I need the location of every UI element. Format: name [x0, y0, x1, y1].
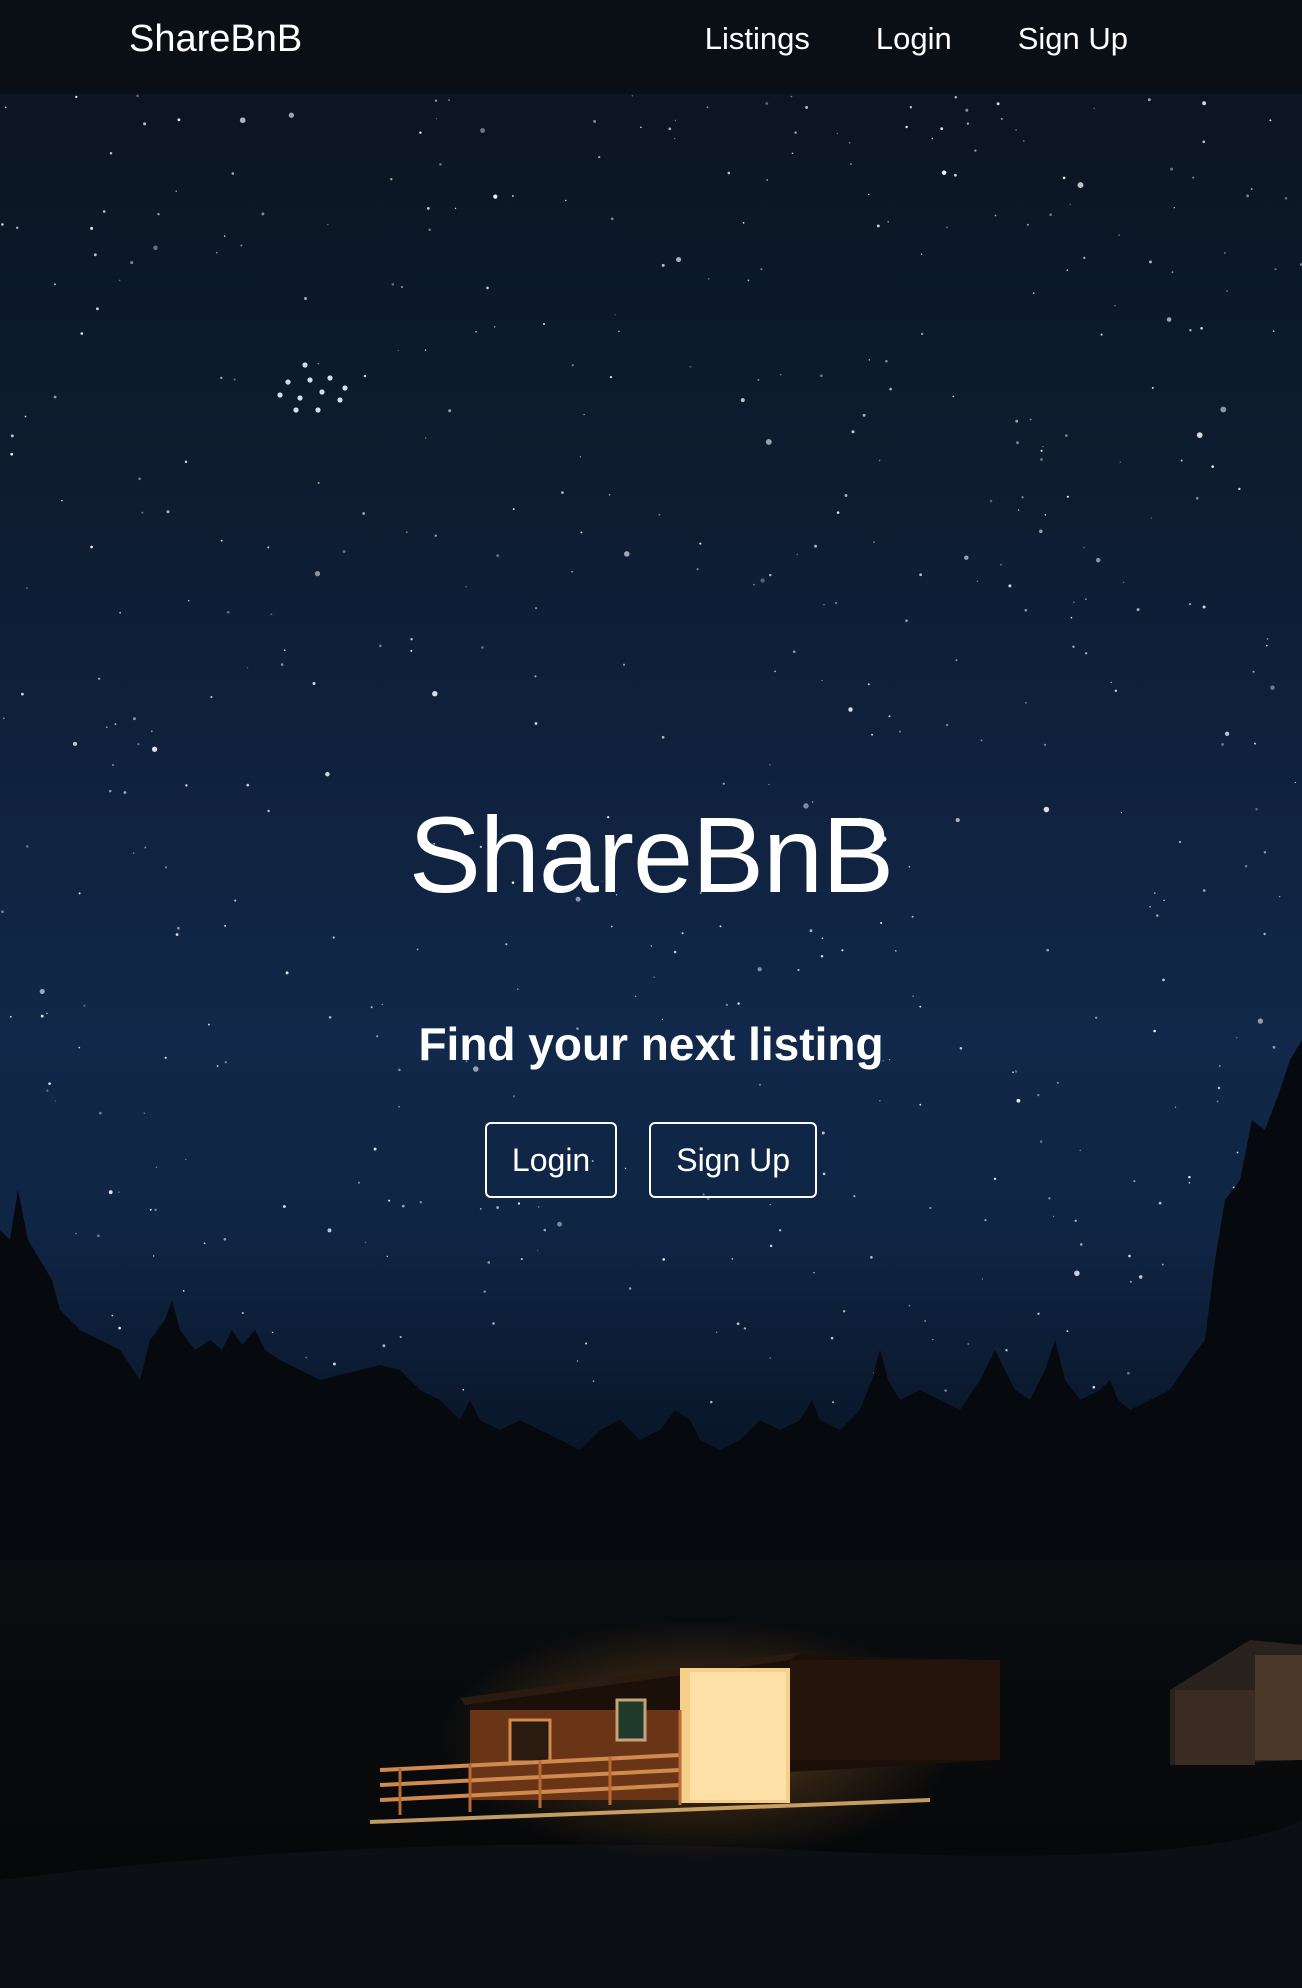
hero-subtitle: Find your next listing [418, 1018, 884, 1070]
nav-link-login[interactable]: Login [876, 19, 952, 59]
hero-background-image [0, 0, 1302, 1988]
nav-links: Listings Login Sign Up [639, 19, 1128, 59]
nav-link-listings[interactable]: Listings [705, 19, 810, 59]
landing-page: ShareBnB Listings Login Sign Up ShareBnB… [0, 0, 1302, 1988]
hero-button-group: Login Sign Up [0, 1122, 1302, 1198]
brand-link[interactable]: ShareBnB [129, 16, 302, 62]
hero-title: ShareBnB [408, 794, 894, 915]
nav-link-signup[interactable]: Sign Up [1018, 19, 1128, 59]
navbar: ShareBnB Listings Login Sign Up [0, 0, 1302, 94]
hero-login-button[interactable]: Login [484, 1122, 618, 1198]
hero-signup-button[interactable]: Sign Up [649, 1122, 818, 1198]
